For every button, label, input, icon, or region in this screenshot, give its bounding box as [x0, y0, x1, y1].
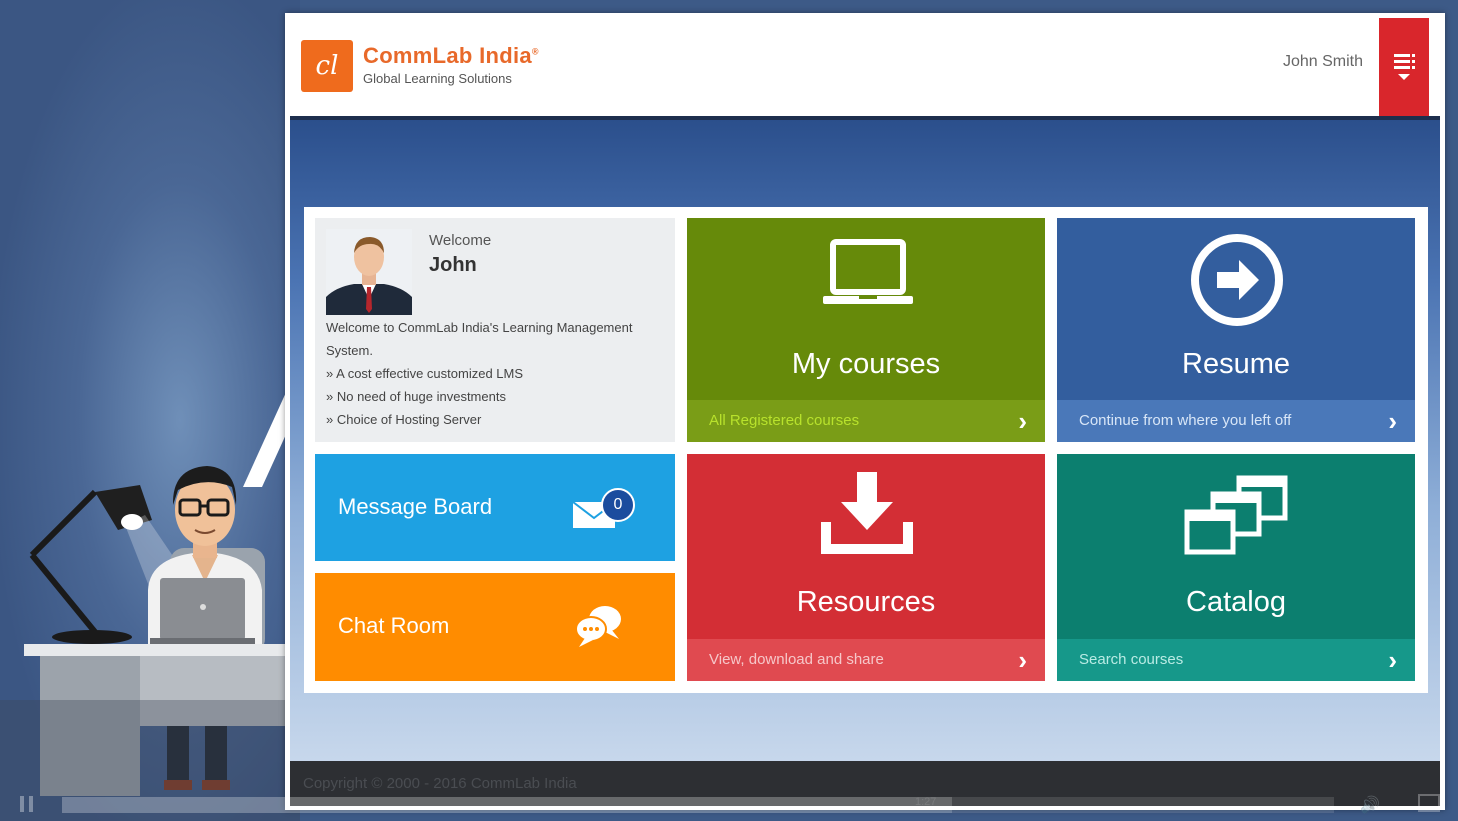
windows-stack-icon	[1184, 475, 1288, 555]
resume-title: Resume	[1182, 348, 1290, 380]
chat-room-tile[interactable]: Chat Room	[315, 573, 675, 681]
my-courses-tile[interactable]: My courses All Registered courses ›	[687, 218, 1045, 442]
welcome-card: Welcome John Welcome to CommLab India's …	[315, 218, 675, 442]
welcome-bullet: » No need of huge investments	[326, 389, 506, 404]
brand-name-text: CommLab India	[363, 43, 532, 68]
bullet-text: A cost effective customized LMS	[336, 366, 524, 381]
chat-room-title: Chat Room	[338, 613, 450, 638]
dashboard-area: Welcome John Welcome to CommLab India's …	[290, 116, 1440, 765]
bullet-text: Choice of Hosting Server	[336, 412, 482, 427]
fullscreen-icon[interactable]	[1418, 794, 1440, 812]
welcome-bullet: » A cost effective customized LMS	[326, 366, 524, 381]
welcome-user-name: John	[429, 254, 477, 276]
welcome-label: Welcome	[429, 232, 492, 249]
my-courses-footer-text: All Registered courses	[709, 412, 860, 429]
resume-footer[interactable]: Continue from where you left off ›	[1057, 400, 1415, 442]
message-board-title: Message Board	[338, 494, 493, 519]
laptop-icon	[823, 239, 913, 304]
welcome-message: Welcome to CommLab India's Learning Mana…	[326, 316, 671, 431]
volume-icon[interactable]: 🔊	[1360, 795, 1380, 815]
header: cl CommLab India® Global Learning Soluti…	[285, 13, 1445, 116]
dashboard-panel: Welcome John Welcome to CommLab India's …	[304, 207, 1428, 693]
scene-illustration	[0, 388, 300, 821]
video-progress-fill	[62, 797, 953, 813]
resources-footer-text: View, download and share	[709, 651, 884, 668]
brand-name: CommLab India®	[363, 43, 539, 69]
arrow-circle-icon	[1191, 234, 1283, 326]
brand-tagline: Global Learning Solutions	[363, 71, 512, 86]
lms-window: cl CommLab India® Global Learning Soluti…	[285, 13, 1445, 810]
download-tray-icon	[821, 472, 913, 554]
resume-tile[interactable]: Resume Continue from where you left off …	[1057, 218, 1415, 442]
my-courses-footer[interactable]: All Registered courses ›	[687, 400, 1045, 442]
my-courses-title: My courses	[791, 348, 941, 380]
catalog-footer-text: Search courses	[1079, 651, 1184, 668]
resources-title: Resources	[796, 586, 936, 618]
user-name[interactable]: John Smith	[1283, 53, 1363, 71]
pause-icon-bar	[29, 796, 33, 812]
video-scene	[0, 0, 300, 821]
laptop-illustration	[150, 578, 255, 644]
video-time: 1:27	[915, 796, 937, 808]
welcome-bullet: » Choice of Hosting Server	[326, 412, 482, 427]
pause-icon	[20, 796, 24, 812]
catalog-footer[interactable]: Search courses ›	[1057, 639, 1415, 681]
catalog-title: Catalog	[1186, 586, 1286, 618]
welcome-intro: Welcome to CommLab India's Learning Mana…	[326, 320, 633, 358]
chevron-right-icon: ›	[1388, 645, 1397, 675]
chat-bubbles-icon	[575, 606, 621, 647]
message-board-tile[interactable]: Message Board 0	[315, 454, 675, 561]
resources-tile[interactable]: Resources View, download and share ›	[687, 454, 1045, 681]
pause-button[interactable]	[20, 796, 34, 812]
brand-logo[interactable]: cl	[301, 40, 353, 92]
video-progress-bar[interactable]	[62, 797, 1334, 813]
resume-footer-text: Continue from where you left off	[1079, 412, 1292, 429]
registered-mark: ®	[531, 46, 539, 57]
user-avatar	[326, 229, 412, 315]
bullet-text: No need of huge investments	[336, 389, 506, 404]
chevron-right-icon: ›	[1018, 406, 1027, 436]
avatar-photo	[326, 229, 412, 315]
catalog-tile[interactable]: Catalog Search courses ›	[1057, 454, 1415, 681]
chevron-right-icon: ›	[1388, 406, 1397, 436]
message-count-badge: 0	[601, 488, 635, 522]
menu-button[interactable]	[1379, 18, 1429, 116]
chevron-right-icon: ›	[1018, 645, 1027, 675]
video-controls: 1:27 🔊	[0, 788, 1458, 821]
menu-icon	[1394, 54, 1415, 80]
resources-footer[interactable]: View, download and share ›	[687, 639, 1045, 681]
